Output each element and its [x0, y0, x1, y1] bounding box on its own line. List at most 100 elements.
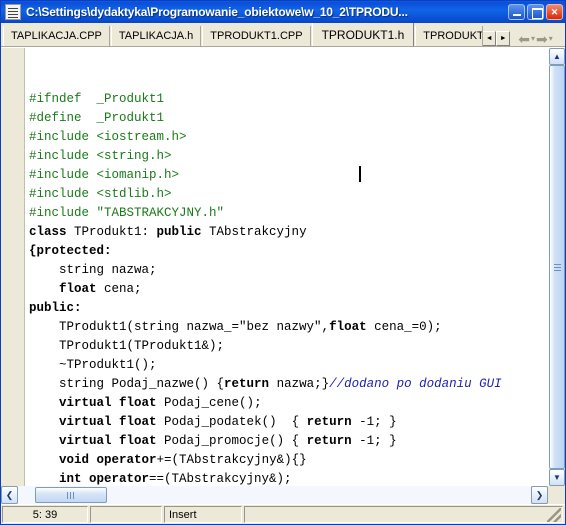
- forward-dropdown-icon[interactable]: ▾: [549, 35, 553, 43]
- window-controls: ✕: [508, 4, 563, 20]
- code-line: TProdukt1(string nazwa_="bez nazwy",floa…: [29, 318, 548, 337]
- code-token: string Podaj_nazwe() {: [29, 377, 225, 391]
- code-line: string Podaj_nazwe() {return nazwa;}//do…: [29, 375, 548, 394]
- navigation-arrows: ⬅ ▾ ➡ ▾: [518, 32, 553, 46]
- keyword-token: void operator: [59, 453, 157, 467]
- title-bar[interactable]: C:\Settings\dydaktyka\Programowanie_obie…: [1, 1, 565, 23]
- keyword-token: virtual float: [59, 415, 157, 429]
- code-token: -1; }: [351, 434, 397, 448]
- code-token: string nazwa;: [29, 263, 157, 277]
- code-token: Podaj_cene();: [156, 396, 262, 410]
- keyword-token: return: [306, 415, 352, 429]
- status-extra: [244, 506, 563, 523]
- status-insert-mode: Insert: [164, 506, 242, 523]
- vertical-scrollbar[interactable]: ▲ ▼: [548, 48, 565, 486]
- keyword-token: return: [306, 434, 352, 448]
- scroll-up-button[interactable]: ▲: [549, 48, 565, 65]
- preprocessor-token: #include <iomanip.h>: [29, 168, 180, 182]
- code-line: #include "TABSTRAKCYJNY.h": [29, 204, 548, 223]
- keyword-token: virtual float: [59, 434, 157, 448]
- preprocessor-token: #include <iostream.h>: [29, 130, 187, 144]
- status-bar: 5: 39 Insert: [1, 504, 565, 524]
- tab-scroll-left-button[interactable]: ◄: [482, 30, 497, 46]
- scroll-left-button[interactable]: ❮: [1, 486, 18, 504]
- preprocessor-token: #define _Produkt1: [29, 111, 165, 125]
- window-title: C:\Settings\dydaktyka\Programowanie_obie…: [26, 5, 408, 19]
- editor-gutter[interactable]: [1, 48, 25, 486]
- forward-arrow-icon[interactable]: ➡: [536, 32, 548, 46]
- code-line: void operator+=(TAbstrakcyjny&){}: [29, 451, 548, 470]
- code-line: #include <stdlib.h>: [29, 185, 548, 204]
- code-line: ~TProdukt1();: [29, 356, 548, 375]
- tab-taplikacja-cpp[interactable]: TAPLIKACJA.CPP: [3, 26, 110, 46]
- tab-strip: TAPLIKACJA.CPP TAPLIKACJA.h TPRODUKT1.CP…: [1, 23, 565, 47]
- tab-scroll-right-button[interactable]: ►: [496, 30, 511, 46]
- horizontal-scroll-thumb[interactable]: [35, 487, 107, 503]
- resize-grip-icon[interactable]: [547, 508, 561, 522]
- code-token: TProdukt1(string nazwa_="bez nazwy",: [29, 320, 330, 334]
- back-arrow-icon[interactable]: ⬅: [518, 32, 530, 46]
- tab-spinner: ◄ ►: [482, 30, 511, 46]
- keyword-token: {protected:: [29, 244, 112, 258]
- code-token: TProdukt1:: [66, 225, 157, 239]
- code-line: virtual float Podaj_cene();: [29, 394, 548, 413]
- minimize-button[interactable]: [508, 4, 525, 20]
- code-line: #include <iostream.h>: [29, 128, 548, 147]
- code-token: cena_=0);: [366, 320, 442, 334]
- keyword-token: float: [329, 320, 367, 334]
- code-token: nazwa;}: [269, 377, 330, 391]
- scroll-down-button[interactable]: ▼: [549, 469, 565, 486]
- scrollbar-corner: [548, 486, 565, 504]
- scroll-right-button[interactable]: ❯: [531, 486, 548, 504]
- code-token: cena;: [96, 282, 142, 296]
- code-token: Podaj_promocje() {: [156, 434, 307, 448]
- tab-tprodukt1-h[interactable]: TPRODUKT1.h: [311, 23, 415, 46]
- keyword-token: int operator: [59, 472, 150, 486]
- horizontal-scrollbar[interactable]: ❮ ❯: [1, 486, 565, 504]
- code-token: TAbstrakcyjny: [201, 225, 307, 239]
- code-token: +=(TAbstrakcyjny&){}: [156, 453, 307, 467]
- code-line: float cena;: [29, 280, 548, 299]
- vertical-scroll-track[interactable]: [549, 65, 565, 469]
- text-caret: [359, 166, 361, 182]
- back-dropdown-icon[interactable]: ▾: [531, 35, 535, 43]
- code-token: Podaj_podatek() {: [156, 415, 307, 429]
- tab-tprodukt1-cpp[interactable]: TPRODUKT1.CPP: [202, 26, 311, 46]
- keyword-token: float: [59, 282, 97, 296]
- code-line: int operator==(TAbstrakcyjny&);: [29, 470, 548, 486]
- code-line: #ifndef _Produkt1: [29, 90, 548, 109]
- tab-taplikacja-h[interactable]: TAPLIKACJA.h: [110, 26, 202, 46]
- editor-area: #ifndef _Produkt1 #define _Produkt1 #inclu…: [1, 47, 565, 486]
- status-cursor-position: 5: 39: [2, 506, 88, 523]
- code-token: ~TProdukt1();: [29, 358, 157, 372]
- tab-tprodukt-overflow[interactable]: TPRODUKT:: [415, 26, 484, 46]
- keyword-token: public:: [29, 301, 82, 315]
- status-modified: [90, 506, 162, 523]
- editor-main: #ifndef _Produkt1 #define _Produkt1 #inclu…: [1, 48, 548, 486]
- code-line: string nazwa;: [29, 261, 548, 280]
- scroll-grip-icon: [553, 263, 561, 271]
- code-line: {protected:: [29, 242, 548, 261]
- horizontal-scroll-track[interactable]: [18, 486, 531, 504]
- keyword-token: virtual float: [59, 396, 157, 410]
- preprocessor-token: #include <string.h>: [29, 149, 172, 163]
- vertical-scroll-thumb[interactable]: [549, 65, 565, 469]
- preprocessor-token: #include "TABSTRAKCYJNY.h": [29, 206, 225, 220]
- code-line: class TProdukt1: public TAbstrakcyjny: [29, 223, 548, 242]
- code-token: -1; }: [351, 415, 397, 429]
- editor-window: C:\Settings\dydaktyka\Programowanie_obie…: [0, 0, 566, 525]
- preprocessor-token: #include <stdlib.h>: [29, 187, 172, 201]
- document-icon: [5, 4, 21, 20]
- keyword-token: return: [224, 377, 270, 391]
- code-line: #define _Produkt1: [29, 109, 548, 128]
- close-button[interactable]: ✕: [546, 4, 563, 20]
- comment-token: //dodano po dodaniu GUI: [329, 377, 502, 391]
- maximize-button[interactable]: [527, 4, 544, 20]
- code-text-area[interactable]: #ifndef _Produkt1 #define _Produkt1 #inclu…: [25, 48, 548, 486]
- code-token: TProdukt1(TProdukt1&);: [29, 339, 225, 353]
